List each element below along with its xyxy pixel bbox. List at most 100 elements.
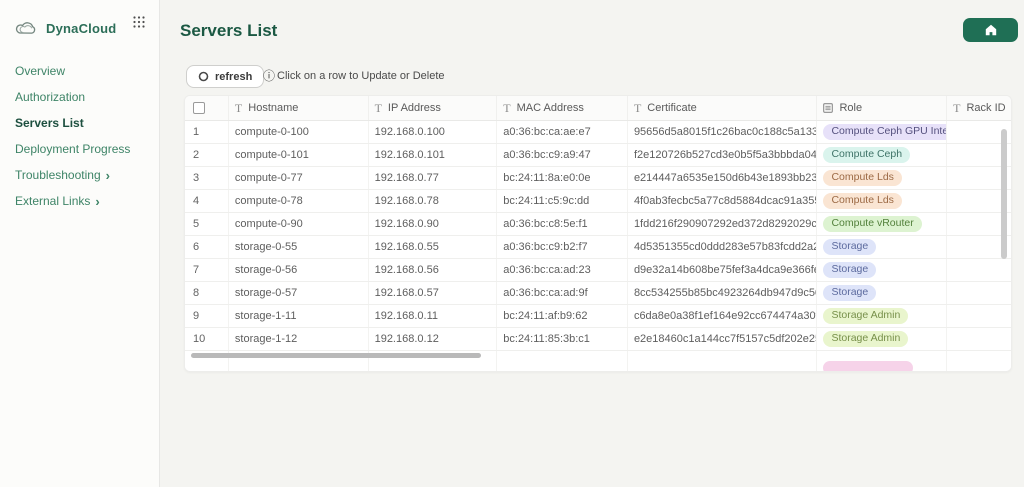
text-filter-icon[interactable]: T [375, 101, 382, 116]
header-label: MAC Address [517, 102, 584, 114]
brand: DynaCloud [0, 0, 159, 44]
cell-mac: bc:24:11:85:3b:c1 [497, 328, 628, 350]
table-row[interactable]: 6 storage-0-55 192.168.0.55 a0:36:bc:c9:… [185, 236, 1011, 259]
header-label: IP Address [388, 102, 441, 114]
home-button[interactable] [963, 18, 1018, 42]
refresh-button[interactable]: refresh [186, 65, 264, 88]
header-label: Role [839, 102, 862, 114]
header-role[interactable]: Role [817, 96, 947, 120]
cell-certificate: e214447a6535e150d6b43e1893bb2309 [628, 167, 818, 189]
cell-mac: a0:36:bc:ca:ae:e7 [497, 121, 628, 143]
header-mac-address[interactable]: T MAC Address [497, 96, 628, 120]
cell-rack-id [947, 351, 1011, 372]
sidebar-item-label: Overview [15, 64, 65, 78]
cell-role: Compute vRouter [817, 213, 947, 235]
cell-role: Storage [817, 236, 947, 258]
table-hint-text: Click on a row to Update or Delete [277, 70, 445, 82]
cell-index: 8 [185, 282, 229, 304]
table-row[interactable]: 2 compute-0-101 192.168.0.101 a0:36:bc:c… [185, 144, 1011, 167]
text-filter-icon[interactable]: T [634, 101, 641, 116]
cell-index: 3 [185, 167, 229, 189]
role-badge: Storage Admin [823, 331, 908, 348]
header-select-all[interactable] [185, 96, 229, 120]
header-certificate[interactable]: T Certificate [628, 96, 818, 120]
sidebar: DynaCloud Overview Authorization Servers… [0, 0, 160, 487]
header-hostname[interactable]: T Hostname [229, 96, 369, 120]
text-filter-icon[interactable]: T [503, 101, 510, 116]
cell-mac: a0:36:bc:ca:ad:23 [497, 259, 628, 281]
role-badge: Storage [823, 285, 876, 302]
cell-ip: 192.168.0.101 [369, 144, 498, 166]
cell-mac: bc:24:11:8a:e0:0e [497, 167, 628, 189]
cell-certificate: f2e120726b527cd3e0b5f5a3bbbda041 [628, 144, 818, 166]
table-row[interactable]: 9 storage-1-11 192.168.0.11 bc:24:11:af:… [185, 305, 1011, 328]
table-row[interactable]: 7 storage-0-56 192.168.0.56 a0:36:bc:ca:… [185, 259, 1011, 282]
page-title: Servers List [180, 21, 277, 41]
cell-hostname: compute-0-78 [229, 190, 369, 212]
list-filter-icon[interactable] [823, 103, 833, 113]
cell-role: Storage [817, 282, 947, 304]
header-label: Rack ID [966, 102, 1005, 114]
grid-apps-icon[interactable] [133, 16, 145, 28]
sidebar-item-overview[interactable]: Overview [0, 58, 159, 84]
cell-hostname: storage-1-12 [229, 328, 369, 350]
cell-ip: 192.168.0.12 [369, 328, 498, 350]
cell-role: Compute Lds [817, 190, 947, 212]
cell-hostname: storage-0-56 [229, 259, 369, 281]
cell-ip: 192.168.0.90 [369, 213, 498, 235]
sidebar-item-authorization[interactable]: Authorization [0, 84, 159, 110]
refresh-icon [198, 71, 209, 82]
sidebar-item-label: Deployment Progress [15, 142, 130, 156]
cell-mac [497, 351, 628, 372]
cell-ip: 192.168.0.77 [369, 167, 498, 189]
role-badge: Compute vRouter [823, 216, 921, 233]
table-row[interactable]: 1 compute-0-100 192.168.0.100 a0:36:bc:c… [185, 121, 1011, 144]
role-badge: Storage [823, 262, 876, 279]
table-row[interactable]: 5 compute-0-90 192.168.0.90 a0:36:bc:c8:… [185, 213, 1011, 236]
role-badge: Compute Lds [823, 170, 901, 187]
text-filter-icon[interactable]: T [953, 101, 960, 116]
cell-hostname: compute-0-77 [229, 167, 369, 189]
sidebar-item-external-links[interactable]: External Links› [0, 188, 159, 214]
cell-hostname: compute-0-100 [229, 121, 369, 143]
cell-role: Storage Admin [817, 328, 947, 350]
info-icon: ⓘ [263, 70, 275, 82]
header-ip-address[interactable]: T IP Address [369, 96, 498, 120]
cell-role: Storage Admin [817, 305, 947, 327]
chevron-right-icon: › [95, 195, 99, 208]
cell-certificate: 4f0ab3fecbc5a77c8d5884dcac91a355 [628, 190, 818, 212]
cell-certificate [628, 351, 818, 372]
sidebar-item-label: Servers List [15, 116, 84, 130]
table-row[interactable]: 3 compute-0-77 192.168.0.77 bc:24:11:8a:… [185, 167, 1011, 190]
servers-table: T Hostname T IP Address T MAC Address T … [184, 95, 1012, 372]
role-badge: Storage Admin [823, 308, 908, 325]
cell-ip: 192.168.0.11 [369, 305, 498, 327]
cell-hostname: storage-0-57 [229, 282, 369, 304]
table-row[interactable]: 10 storage-1-12 192.168.0.12 bc:24:11:85… [185, 328, 1011, 351]
sidebar-item-label: Authorization [15, 90, 85, 104]
header-rack-id[interactable]: T Rack ID [947, 96, 1011, 120]
cell-hostname: compute-0-101 [229, 144, 369, 166]
cell-ip: 192.168.0.100 [369, 121, 498, 143]
sidebar-nav: Overview Authorization Servers List Depl… [0, 58, 159, 214]
cell-mac: bc:24:11:c5:9c:dd [497, 190, 628, 212]
cell-role: Compute Lds [817, 167, 947, 189]
vertical-scrollbar-thumb[interactable] [1001, 129, 1007, 259]
sidebar-item-deployment-progress[interactable]: Deployment Progress [0, 136, 159, 162]
cell-mac: a0:36:bc:ca:ad:9f [497, 282, 628, 304]
text-filter-icon[interactable]: T [235, 101, 242, 116]
home-icon [985, 24, 997, 36]
horizontal-scrollbar-thumb[interactable] [191, 353, 481, 358]
cell-index: 1 [185, 121, 229, 143]
cell-ip: 192.168.0.55 [369, 236, 498, 258]
header-label: Certificate [647, 102, 697, 114]
table-row[interactable]: 4 compute-0-78 192.168.0.78 bc:24:11:c5:… [185, 190, 1011, 213]
cell-index: 10 [185, 328, 229, 350]
cloud-logo-icon [14, 20, 38, 37]
role-badge: Compute Ceph [823, 147, 910, 164]
sidebar-item-troubleshooting[interactable]: Troubleshooting› [0, 162, 159, 188]
sidebar-item-servers-list[interactable]: Servers List [0, 110, 159, 136]
select-all-checkbox[interactable] [193, 102, 205, 114]
cell-mac: a0:36:bc:c8:5e:f1 [497, 213, 628, 235]
table-row[interactable]: 8 storage-0-57 192.168.0.57 a0:36:bc:ca:… [185, 282, 1011, 305]
